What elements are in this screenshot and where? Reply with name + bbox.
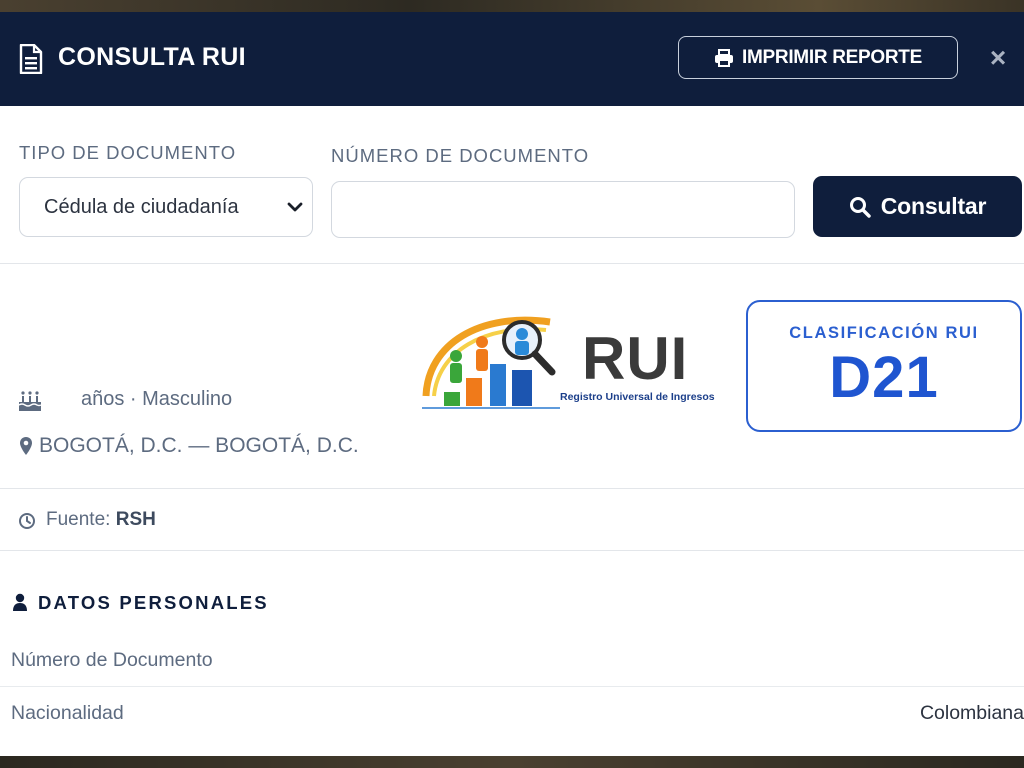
- data-row: Número de Documento: [0, 635, 1024, 687]
- source-text: Fuente: RSH: [46, 509, 156, 531]
- rui-logo: RUI Registro Universal de Ingresos: [420, 304, 720, 414]
- doc-type-label: TIPO DE DOCUMENTO: [19, 142, 237, 163]
- print-report-button[interactable]: IMPRIMIR REPORTE: [678, 36, 958, 79]
- search-icon: [849, 196, 871, 218]
- row-key: Número de Documento: [11, 649, 213, 671]
- chevron-down-icon: [287, 202, 303, 212]
- consult-button[interactable]: Consultar: [813, 176, 1022, 237]
- modal-header: CONSULTA RUI IMPRIMIR REPORTE ×: [0, 12, 1024, 106]
- page-backdrop-bottom: [0, 756, 1024, 768]
- row-value: Colombiana: [919, 702, 1024, 724]
- search-form: TIPO DE DOCUMENTO NÚMERO DE DOCUMENTO Cé…: [0, 106, 1024, 264]
- logo-subtitle: Registro Universal de Ingresos: [560, 391, 715, 403]
- clock-icon: [19, 513, 35, 529]
- profile-summary: años · Masculino BOGOTÁ, D.C. — BOGOTÁ, …: [0, 264, 1024, 489]
- modal-title: CONSULTA RUI: [58, 43, 246, 71]
- doc-number-label: NÚMERO DE DOCUMENTO: [331, 145, 590, 166]
- source-info: Fuente: RSH: [0, 489, 1024, 551]
- print-report-label: IMPRIMIR REPORTE: [742, 46, 922, 68]
- source-label: Fuente:: [46, 509, 111, 530]
- personal-data-section: DATOS PERSONALES Número de Documento Nac…: [0, 551, 1024, 756]
- document-icon: [19, 44, 43, 74]
- logo-text: RUI: [582, 325, 689, 392]
- age-gender-text: años · Masculino: [81, 388, 233, 410]
- user-icon: [13, 593, 27, 611]
- data-row: Nacionalidad Colombiana: [0, 688, 1024, 740]
- close-icon[interactable]: ×: [984, 44, 1012, 72]
- consult-label: Consultar: [880, 193, 987, 219]
- row-key: Nacionalidad: [11, 702, 124, 724]
- classification-value: D21: [829, 345, 939, 410]
- printer-icon: [715, 48, 734, 67]
- section-title: DATOS PERSONALES: [38, 592, 269, 613]
- birthday-cake-icon: [18, 391, 42, 411]
- classification-card: CLASIFICACIÓN RUI D21: [746, 300, 1022, 432]
- map-pin-icon: [20, 437, 32, 455]
- doc-number-input[interactable]: [331, 181, 795, 238]
- doc-type-select[interactable]: Cédula de ciudadanía: [19, 177, 313, 237]
- source-value: RSH: [115, 509, 156, 530]
- doc-type-value: Cédula de ciudadanía: [44, 195, 239, 218]
- location-text: BOGOTÁ, D.C. — BOGOTÁ, D.C.: [39, 434, 359, 457]
- page-backdrop-top: [0, 0, 1024, 12]
- consulta-rui-modal: CONSULTA RUI IMPRIMIR REPORTE × TIPO DE …: [0, 12, 1024, 756]
- classification-label: CLASIFICACIÓN RUI: [789, 324, 979, 342]
